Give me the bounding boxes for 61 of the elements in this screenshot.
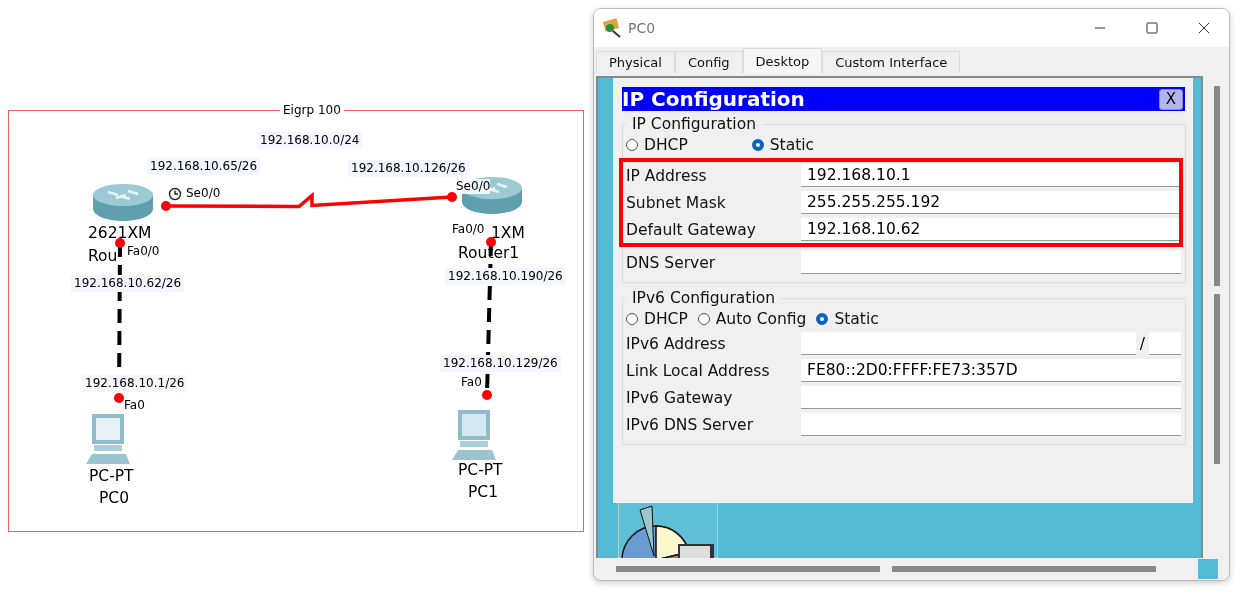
area-label: Eigrp 100 <box>280 103 344 117</box>
link-light <box>115 238 125 248</box>
field-label: Link Local Address <box>626 361 771 380</box>
dialog-title: IP Configuration <box>622 87 805 111</box>
link-light <box>114 393 124 403</box>
port-label: Se0/0 <box>456 179 491 194</box>
input-field[interactable]: 255.255.255.192 <box>801 191 1179 214</box>
radio-option[interactable]: DHCP <box>626 309 688 328</box>
group-title: IPv6 Configuration <box>631 289 776 307</box>
field-label: IP Address <box>626 166 708 185</box>
radio-option[interactable]: Auto Config <box>697 309 807 328</box>
port-label: Fa0/0 <box>127 244 160 259</box>
device-model: PC-PT <box>89 467 134 486</box>
device-model: 2621XM <box>88 224 152 243</box>
input-field[interactable] <box>801 332 1136 355</box>
router-icon <box>92 183 154 223</box>
radio-option[interactable]: Static <box>751 135 815 154</box>
field-label: IPv6 Address <box>626 334 727 353</box>
device-name: PC1 <box>468 483 499 502</box>
close-button[interactable]: X <box>1158 88 1183 110</box>
link-light <box>482 390 492 400</box>
ip-address-label: 192.168.10.126/26 <box>348 160 469 177</box>
input-field[interactable] <box>801 386 1181 409</box>
clock-icon <box>168 186 182 201</box>
device-model: 1XM <box>491 224 525 243</box>
radio-option[interactable]: DHCP <box>626 135 688 154</box>
ip-address-label: 192.168.10.129/26 <box>440 355 561 372</box>
port-label: Fa0/0 <box>452 222 485 237</box>
device-name: PC0 <box>99 489 130 508</box>
device-name: Rou <box>88 247 118 266</box>
input-field[interactable]: 192.168.10.62 <box>801 218 1179 241</box>
link-light <box>486 237 496 247</box>
ip-address-label: 192.168.10.65/26 <box>147 158 261 175</box>
window-title: PC0 <box>628 20 656 36</box>
ip-address-label: 192.168.10.190/26 <box>445 268 566 285</box>
tab[interactable]: Custom Interface <box>822 51 961 73</box>
scrollbar[interactable] <box>594 558 1229 580</box>
input-field[interactable]: FE80::2D0:FFFF:FE73:357D <box>801 359 1181 382</box>
tab[interactable]: Desktop <box>742 48 823 73</box>
field-label: Subnet Mask <box>626 193 727 212</box>
port-label: Se0/0 <box>186 186 221 201</box>
field-label: IPv6 DNS Server <box>626 415 754 434</box>
link-light <box>447 192 457 202</box>
tab[interactable]: Config <box>674 51 743 73</box>
input-field[interactable]: 192.168.10.1 <box>801 164 1179 187</box>
prefix-field[interactable] <box>1149 332 1181 355</box>
input-field[interactable] <box>801 251 1181 274</box>
tab[interactable]: Physical <box>596 51 675 73</box>
ip-address-label: 192.168.10.1/26 <box>82 375 188 392</box>
separator-label: / <box>1139 334 1145 353</box>
radio-option[interactable]: Static <box>816 309 879 328</box>
field-label: DNS Server <box>626 253 717 272</box>
pie-chart-icon[interactable] <box>618 502 718 558</box>
link-light <box>161 201 171 211</box>
field-label: Default Gateway <box>626 220 758 239</box>
field-label: IPv6 Gateway <box>626 388 734 407</box>
input-field[interactable] <box>801 413 1181 436</box>
ip-address-label: 192.168.10.62/26 <box>71 275 185 292</box>
device-model: PC-PT <box>458 461 503 480</box>
group-title: IP Configuration <box>631 115 757 133</box>
network-label: 192.168.10.0/24 <box>257 132 363 149</box>
